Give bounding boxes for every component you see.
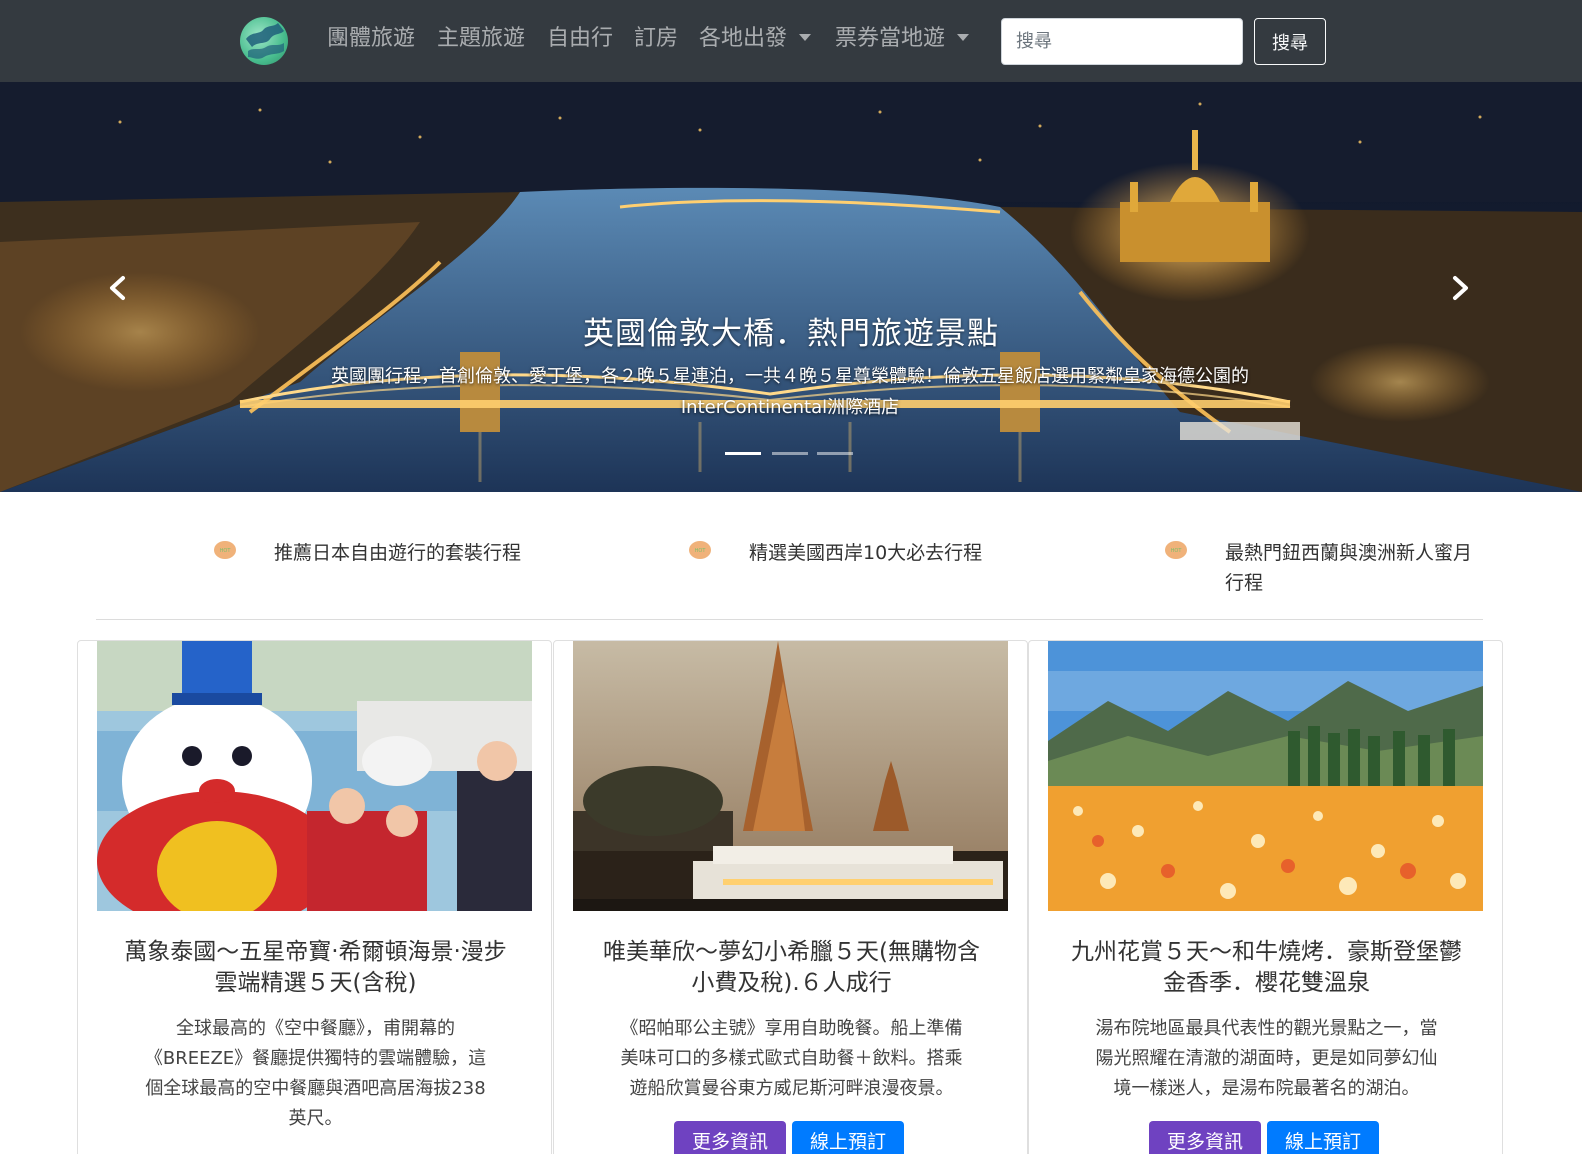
night-city-river-image: [0, 82, 1582, 492]
chevron-right-icon: [1453, 276, 1468, 300]
tour-card-hua-hin: 唯美華欣～夢幻小希臘５天(無購物含小費及稅).６人成行 《昭帕耶公主號》享用自助…: [553, 640, 1028, 1154]
nav-label: 自由行: [547, 26, 614, 51]
nav-item-tickets-dropdown[interactable]: 票券當地遊: [835, 22, 970, 56]
feature-item-us-west[interactable]: HOT 精選美國西岸10大必去行程: [689, 538, 1009, 598]
search-input[interactable]: [1001, 18, 1243, 65]
carousel-indicator-2[interactable]: [772, 452, 808, 455]
hot-icon: HOT: [689, 541, 711, 559]
feature-text: 推薦日本自由遊行的套裝行程: [274, 542, 522, 564]
carousel-title: 英國倫敦大橋．熱門旅遊景點: [583, 316, 999, 352]
temple-river-cruise-photo[interactable]: [573, 641, 1008, 911]
carousel-caption: 英國團行程，首創倫敦、愛丁堡，各２晚５星連泊，一共４晚５星尊榮體驗！倫敦五星飯店…: [331, 366, 1249, 418]
theme-park-mascot-photo[interactable]: [97, 641, 532, 911]
book-online-button[interactable]: 線上預訂: [1267, 1121, 1379, 1154]
tour-card-thailand: 萬象泰國～五星帝寶‧希爾頓海景‧漫步雲端精選５天(含稅) 全球最高的《空中餐廳》…: [77, 640, 552, 1154]
nav-item-independent-travel[interactable]: 自由行: [547, 22, 613, 56]
card-description: 《昭帕耶公主號》享用自助晚餐。船上準備美味可口的多樣式歐式自助餐＋飲料。搭乘遊船…: [620, 1018, 963, 1099]
more-info-button[interactable]: 更多資訊: [1149, 1121, 1261, 1154]
carousel-prev-button[interactable]: [98, 268, 138, 308]
carousel-next-button[interactable]: [1440, 268, 1480, 308]
nav-label: 訂房: [634, 26, 679, 51]
more-info-button[interactable]: 更多資訊: [674, 1121, 786, 1154]
card-title: 九州花賞５天～和牛燒烤．豪斯登堡鬱金香季．櫻花雙溫泉: [1071, 939, 1462, 996]
hot-badge-text: HOT: [695, 548, 707, 554]
nav-item-group-tours[interactable]: 團體旅遊: [327, 22, 415, 56]
feature-item-nz-australia[interactable]: HOT 最熱門鈕西蘭與澳洲新人蜜月行程: [1165, 538, 1485, 598]
feature-item-japan[interactable]: HOT 推薦日本自由遊行的套裝行程: [214, 538, 534, 598]
temple-image: [573, 641, 1008, 911]
carousel-indicator-3[interactable]: [817, 452, 853, 455]
hero-carousel: 英國倫敦大橋．熱門旅遊景點 英國團行程，首創倫敦、愛丁堡，各２晚５星連泊，一共４…: [0, 82, 1582, 492]
card-title: 萬象泰國～五星帝寶‧希爾頓海景‧漫步雲端精選５天(含稅): [124, 939, 507, 996]
card-title: 唯美華欣～夢幻小希臘５天(無購物含小費及稅).６人成行: [603, 939, 980, 996]
hot-icon: HOT: [1165, 541, 1187, 559]
carousel-indicator-1[interactable]: [725, 452, 761, 455]
mascot-image: [97, 641, 532, 911]
hot-icon: HOT: [214, 541, 236, 559]
book-online-button[interactable]: 線上預訂: [792, 1121, 904, 1154]
caret-down-icon: [799, 33, 812, 41]
chevron-left-icon: [110, 276, 125, 300]
nav-label: 團體旅遊: [327, 26, 416, 51]
hot-badge-text: HOT: [1171, 548, 1183, 554]
top-navbar: 團體旅遊 主題旅遊 自由行 訂房 各地出發 票券當地遊 搜尋: [0, 0, 1582, 82]
flower-field-image: [1048, 641, 1483, 911]
search-button[interactable]: 搜尋: [1254, 18, 1326, 65]
tour-card-kyushu: 九州花賞５天～和牛燒烤．豪斯登堡鬱金香季．櫻花雙溫泉 湯布院地區最具代表性的觀光…: [1028, 640, 1503, 1154]
section-divider: [96, 619, 1483, 620]
card-description: 湯布院地區最具代表性的觀光景點之一，當陽光照耀在清澈的湖面時，更是如同夢幻仙境一…: [1095, 1018, 1438, 1099]
feature-text: 最熱門鈕西蘭與澳洲新人蜜月行程: [1225, 542, 1473, 594]
globe-logo-icon: [246, 23, 284, 59]
nav-item-departures-dropdown[interactable]: 各地出發: [699, 22, 812, 56]
globe-leaf-logo[interactable]: [240, 17, 288, 65]
caret-down-icon: [957, 33, 970, 41]
nav-item-theme-tours[interactable]: 主題旅遊: [437, 22, 525, 56]
nav-label: 主題旅遊: [437, 26, 526, 51]
card-description: 全球最高的《空中餐廳》，甫開幕的《BREEZE》餐廳提供獨特的雲端體驗，這個全球…: [144, 1018, 487, 1129]
feature-text: 精選美國西岸10大必去行程: [749, 542, 983, 564]
nav-label: 各地出發: [699, 26, 788, 51]
nav-item-hotel-booking[interactable]: 訂房: [634, 22, 678, 56]
flower-field-mountains-photo[interactable]: [1048, 641, 1483, 911]
nav-label: 票券當地遊: [835, 26, 946, 51]
hot-badge-text: HOT: [220, 548, 232, 554]
